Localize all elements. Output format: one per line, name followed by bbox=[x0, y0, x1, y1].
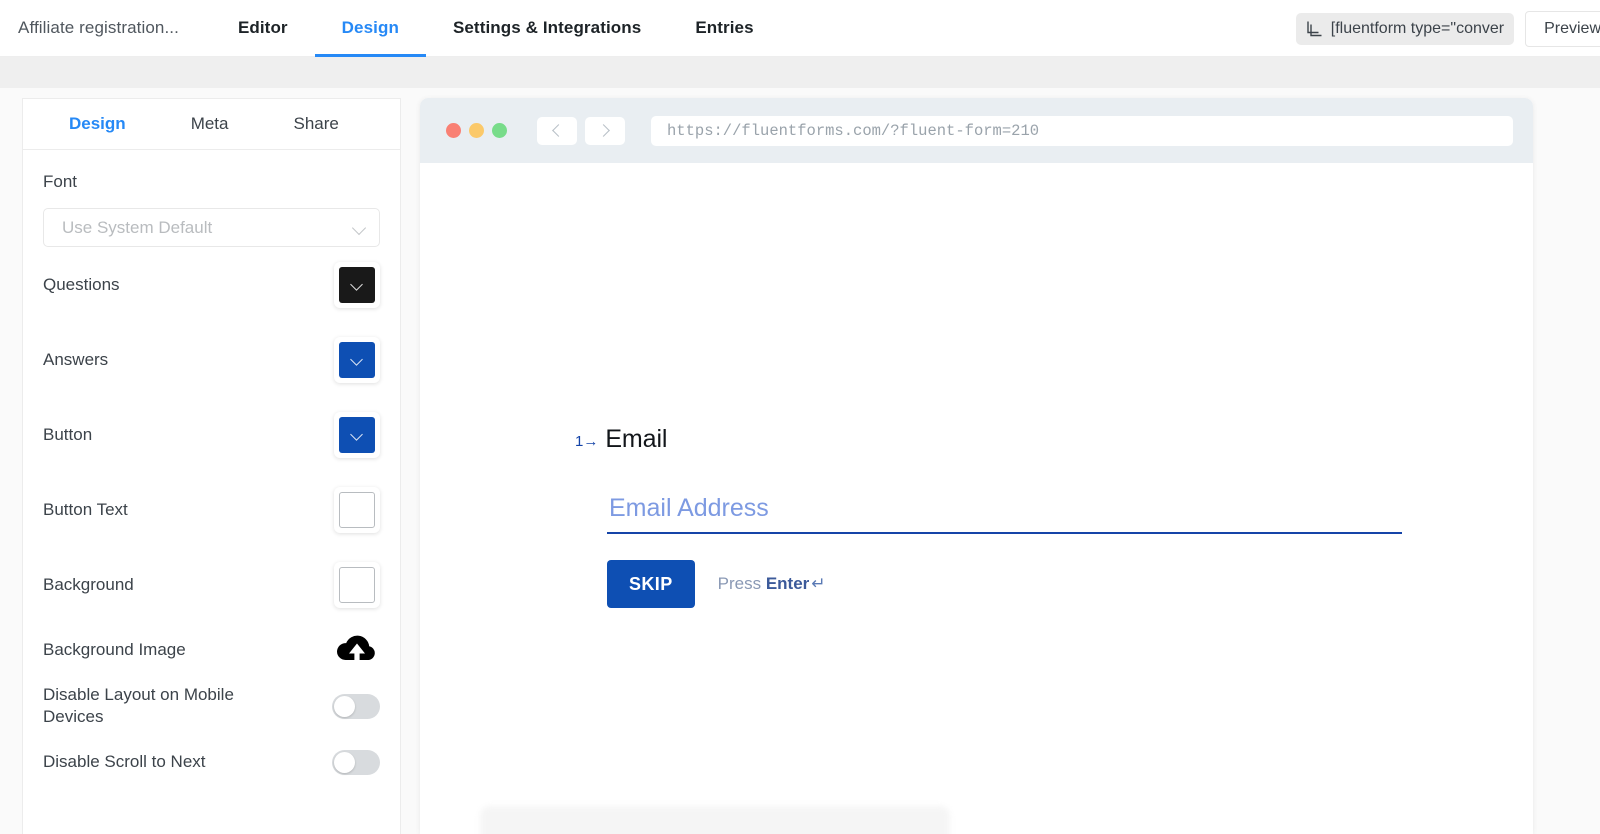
browser-nav-buttons bbox=[537, 116, 625, 145]
design-sidebar-panel: Design Meta Share Font Use System Defaul… bbox=[22, 98, 401, 834]
sidebar-tab-meta[interactable]: Meta bbox=[191, 114, 229, 134]
chevron-down-icon bbox=[350, 355, 364, 364]
button-color-swatch[interactable] bbox=[334, 411, 380, 458]
background-image-label: Background Image bbox=[43, 640, 186, 659]
sidebar-tabs: Design Meta Share bbox=[23, 99, 400, 150]
setting-row-button: Button bbox=[43, 397, 380, 472]
setting-row-answers: Answers bbox=[43, 322, 380, 397]
email-address-input[interactable] bbox=[607, 494, 1402, 534]
minimize-dot-yellow-icon bbox=[469, 123, 484, 138]
answers-label: Answers bbox=[43, 349, 109, 369]
chevron-down-icon bbox=[350, 280, 364, 289]
setting-row-disable-mobile-layout: Disable Layout on Mobile Devices bbox=[43, 678, 380, 734]
questions-color-chip bbox=[339, 266, 375, 303]
background-color-chip bbox=[339, 566, 375, 603]
disable-scroll-to-next-label: Disable Scroll to Next bbox=[43, 752, 206, 772]
button-text-label: Button Text bbox=[43, 499, 128, 519]
toggle-knob bbox=[334, 695, 355, 717]
font-select[interactable]: Use System Default bbox=[43, 208, 380, 247]
background-color-swatch[interactable] bbox=[334, 561, 380, 608]
cloud-upload-icon[interactable] bbox=[334, 633, 380, 667]
press-enter-hint: Press Enter ↵ bbox=[718, 574, 826, 594]
sub-toolbar-strip bbox=[0, 57, 1600, 88]
questions-color-swatch[interactable] bbox=[334, 261, 380, 308]
setting-row-button-text: Button Text bbox=[43, 472, 380, 547]
browser-back-button[interactable] bbox=[537, 116, 577, 145]
top-navigation-bar: Affiliate registration... Editor Design … bbox=[0, 0, 1600, 57]
maximize-dot-green-icon bbox=[492, 123, 507, 138]
answers-color-chip bbox=[339, 341, 375, 378]
question-title-row: 1→ Email bbox=[575, 425, 1375, 454]
shortcode-text: [fluentform type="conver bbox=[1330, 19, 1505, 37]
disable-scroll-to-next-toggle[interactable] bbox=[332, 749, 380, 775]
partially-visible-element bbox=[480, 806, 950, 834]
tab-settings-integrations[interactable]: Settings & Integrations bbox=[426, 0, 668, 57]
form-preview-card: https://fluentforms.com/?fluent-form=210… bbox=[420, 98, 1533, 834]
button-color-chip bbox=[339, 416, 375, 453]
disable-mobile-layout-toggle[interactable] bbox=[332, 693, 380, 719]
button-label: Button bbox=[43, 424, 93, 444]
questions-label: Questions bbox=[43, 274, 120, 294]
font-label: Font bbox=[43, 172, 78, 191]
browser-address-bar[interactable]: https://fluentforms.com/?fluent-form=210 bbox=[651, 115, 1513, 146]
question-block-email: 1→ Email SKIP Press Enter↵ bbox=[575, 425, 1402, 608]
sidebar-tab-design[interactable]: Design bbox=[69, 114, 126, 134]
copy-icon bbox=[1305, 20, 1322, 37]
answer-input-wrapper bbox=[607, 494, 1402, 534]
return-key-icon: ↵ bbox=[811, 574, 826, 593]
hint-key: Enter bbox=[765, 574, 810, 593]
setting-row-disable-scroll-to-next: Disable Scroll to Next bbox=[43, 734, 380, 790]
answers-color-swatch[interactable] bbox=[334, 336, 380, 383]
setting-row-background: Background bbox=[43, 547, 380, 622]
conversational-form-canvas: 1→ Email SKIP Press Enter↵ bbox=[420, 163, 1533, 834]
background-label: Background bbox=[43, 574, 134, 594]
setting-row-background-image: Background Image bbox=[43, 622, 380, 678]
toggle-knob bbox=[334, 751, 355, 773]
chevron-down-icon bbox=[350, 430, 364, 439]
button-text-color-swatch[interactable] bbox=[334, 486, 380, 533]
skip-button[interactable]: SKIP bbox=[607, 560, 695, 608]
page-body: Design Meta Share Font Use System Defaul… bbox=[0, 88, 1600, 834]
question-arrow-icon: → bbox=[583, 433, 599, 450]
tab-entries[interactable]: Entries bbox=[668, 0, 780, 57]
chevron-right-icon bbox=[597, 124, 610, 137]
preview-button[interactable]: Preview bbox=[1525, 10, 1600, 47]
hint-prefix: Press bbox=[717, 574, 762, 593]
chevron-left-icon bbox=[552, 124, 565, 137]
chevron-down-icon bbox=[352, 220, 367, 235]
sidebar-tab-share[interactable]: Share bbox=[293, 114, 338, 134]
sidebar-content: Font Use System Default Questions Answer… bbox=[23, 150, 400, 790]
question-number: 1→ bbox=[575, 433, 598, 450]
top-nav-right-actions: [fluentform type="conver Preview bbox=[1295, 0, 1600, 57]
disable-mobile-layout-label: Disable Layout on Mobile Devices bbox=[43, 685, 234, 726]
font-setting-group: Font Use System Default bbox=[43, 150, 380, 247]
button-text-color-chip bbox=[339, 491, 375, 528]
browser-forward-button[interactable] bbox=[585, 116, 625, 145]
tab-editor[interactable]: Editor bbox=[211, 0, 315, 57]
question-title: Email bbox=[605, 425, 668, 453]
tab-design[interactable]: Design bbox=[314, 0, 427, 57]
close-dot-red-icon bbox=[446, 123, 461, 138]
browser-chrome-bar: https://fluentforms.com/?fluent-form=210 bbox=[420, 98, 1533, 163]
main-tabs: Editor Design Settings & Integrations En… bbox=[211, 0, 781, 57]
window-control-dots bbox=[446, 123, 507, 138]
setting-row-questions: Questions bbox=[43, 247, 380, 322]
font-select-value: Use System Default bbox=[62, 217, 213, 237]
shortcode-copy-field[interactable]: [fluentform type="conver bbox=[1295, 12, 1515, 45]
question-actions: SKIP Press Enter ↵ bbox=[607, 560, 1375, 608]
form-title: Affiliate registration... bbox=[18, 18, 179, 37]
